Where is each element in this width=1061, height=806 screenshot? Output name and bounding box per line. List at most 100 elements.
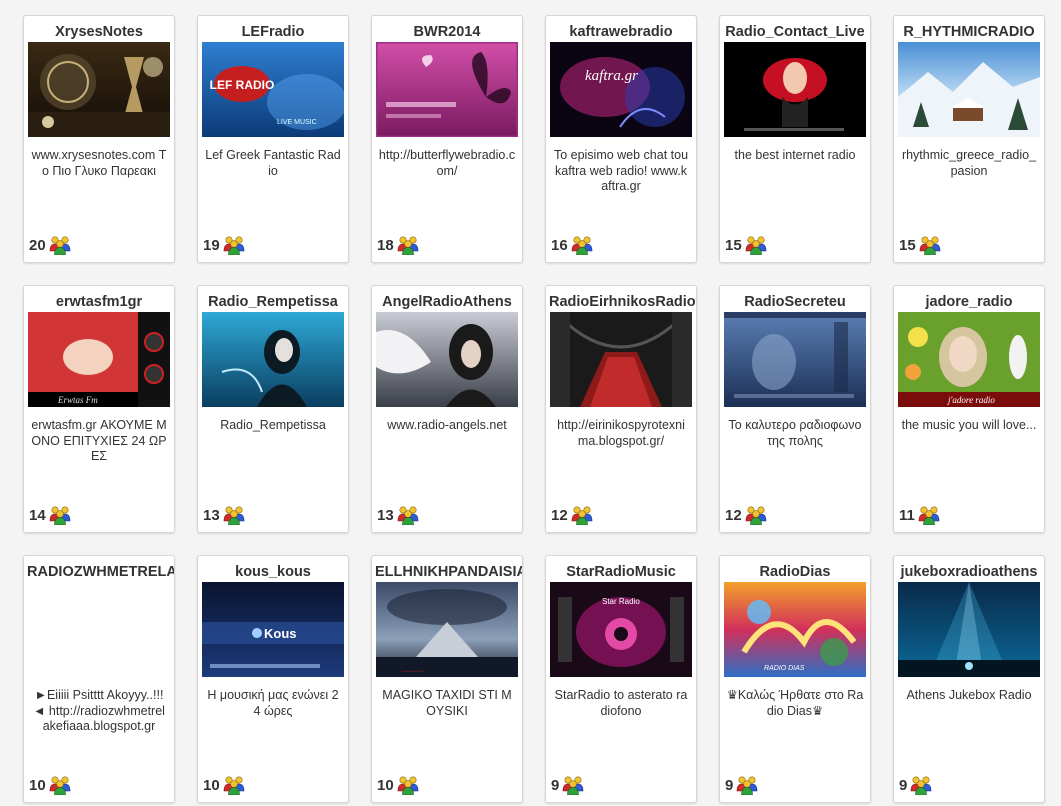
station-thumbnail[interactable]: RADIO DIAS xyxy=(724,582,866,677)
station-name[interactable]: AngelRadioAthens xyxy=(372,293,522,311)
station-name[interactable]: RadioSecreteu xyxy=(720,293,870,311)
station-card[interactable]: RADIOZWHMETRELA ►Eiiiii Psitttt Akoyyy..!… xyxy=(23,555,175,803)
station-thumbnail[interactable] xyxy=(898,582,1040,677)
station-thumbnail[interactable] xyxy=(28,582,170,677)
station-name[interactable]: erwtasfm1gr xyxy=(24,293,174,311)
station-thumbnail[interactable]: LEF RADIO LIVE MUSIC xyxy=(202,42,344,137)
station-name[interactable]: R_HYTHMICRADIO xyxy=(894,23,1044,41)
svg-text:Star Radio: Star Radio xyxy=(602,597,640,606)
listeners-icon xyxy=(397,505,419,525)
listener-count: 16 xyxy=(551,236,568,254)
listeners-icon xyxy=(919,235,941,255)
svg-text:LIVE MUSIC: LIVE MUSIC xyxy=(277,119,317,126)
station-thumbnail[interactable] xyxy=(376,42,518,137)
svg-text:kaftra.gr: kaftra.gr xyxy=(585,68,638,84)
station-thumbnail[interactable] xyxy=(724,312,866,407)
station-card[interactable]: kous_kous Kous Η μουσική μας ενώνει 24 ώ… xyxy=(197,555,349,803)
listener-count-row: 9 xyxy=(551,775,584,795)
station-name[interactable]: jukeboxradioathens xyxy=(894,563,1044,581)
listener-count-row: 18 xyxy=(377,235,419,255)
station-description: http://butterflywebradio.com/ xyxy=(378,148,516,178)
listeners-icon xyxy=(571,505,593,525)
station-card[interactable]: jadore_radio j'adore radio the music you … xyxy=(893,285,1045,533)
listener-count: 13 xyxy=(203,506,220,524)
station-thumbnail[interactable] xyxy=(376,312,518,407)
station-thumbnail[interactable]: Erwtas Fm xyxy=(28,312,170,407)
listener-count: 12 xyxy=(551,506,568,524)
station-card[interactable]: jukeboxradioathens Athens Jukebox Radio 9 xyxy=(893,555,1045,803)
station-thumbnail[interactable] xyxy=(550,312,692,407)
listeners-icon xyxy=(49,505,71,525)
station-card[interactable]: Radio_Contact_Live the best internet rad… xyxy=(719,15,871,263)
listener-count-row: 12 xyxy=(551,505,593,525)
station-card[interactable]: RadioDias RADIO DIAS ♛Καλώς Ήρθατε στο Ra… xyxy=(719,555,871,803)
station-thumbnail[interactable] xyxy=(28,42,170,137)
listeners-icon xyxy=(918,505,940,525)
listener-count: 12 xyxy=(725,506,742,524)
station-description: Radio_Rempetissa xyxy=(220,418,326,432)
station-name[interactable]: StarRadioMusic xyxy=(546,563,696,581)
svg-text:Kous: Kous xyxy=(264,626,297,641)
station-thumbnail[interactable] xyxy=(724,42,866,137)
station-card[interactable]: kaftrawebradio kaftra.gr To episimo web … xyxy=(545,15,697,263)
station-name[interactable]: Radio_Contact_Live xyxy=(720,23,870,41)
station-thumbnail[interactable]: kaftra.gr xyxy=(550,42,692,137)
station-card[interactable]: RadioEirhnikosRadiof http://eirinikospyr… xyxy=(545,285,697,533)
station-description: To episimo web chat tou kaftra web radio… xyxy=(553,148,689,193)
station-thumbnail[interactable]: Kous xyxy=(202,582,344,677)
station-card[interactable]: StarRadioMusic Star Radio StarRadio to as… xyxy=(545,555,697,803)
listener-count-row: 9 xyxy=(725,775,758,795)
station-thumbnail[interactable] xyxy=(202,312,344,407)
station-grid: XrysesNotes www.xrysesnotes.com Το Πιο Γ… xyxy=(23,15,1045,803)
listener-count-row: 13 xyxy=(377,505,419,525)
listener-count: 10 xyxy=(203,776,220,794)
listener-count: 15 xyxy=(725,236,742,254)
station-card[interactable]: LEFradio LEF RADIO LIVE MUSIC Lef Greek F… xyxy=(197,15,349,263)
listener-count: 19 xyxy=(203,236,220,254)
station-card[interactable]: ELLHNIKHPANDAISIA ~~~~~~ MAGIKO TAXIDI ST… xyxy=(371,555,523,803)
listener-count: 9 xyxy=(725,776,734,794)
station-description: ♛Καλώς Ήρθατε στο Radio Dias♛ xyxy=(726,688,864,718)
listener-count: 15 xyxy=(899,236,916,254)
svg-text:j'adore radio: j'adore radio xyxy=(947,395,995,405)
station-description: erwtasfm.gr ΑΚΟΥΜΕ ΜΟΝΟ ΕΠΙΤΥΧΙΕΣ 24 ΩΡΕ… xyxy=(31,418,167,463)
station-description: Το καλυτερο ραδιοφωνο της πολης xyxy=(728,418,862,448)
station-card[interactable]: erwtasfm1gr Erwtas Fm erwtasfm.gr ΑΚΟΥΜΕ … xyxy=(23,285,175,533)
station-name[interactable]: RadioDias xyxy=(720,563,870,581)
listeners-icon xyxy=(571,235,593,255)
station-name[interactable]: Radio_Rempetissa xyxy=(198,293,348,311)
station-card[interactable]: RadioSecreteu Το καλυτερο ραδιοφωνο της … xyxy=(719,285,871,533)
svg-text:LEF RADIO: LEF RADIO xyxy=(210,78,275,92)
station-card[interactable]: AngelRadioAthens www.radio-angels.net 13 xyxy=(371,285,523,533)
listener-count-row: 14 xyxy=(29,505,71,525)
listeners-icon xyxy=(745,235,767,255)
station-thumbnail[interactable]: Star Radio xyxy=(550,582,692,677)
listener-count-row: 9 xyxy=(899,775,932,795)
station-thumbnail[interactable] xyxy=(898,42,1040,137)
station-thumbnail[interactable]: j'adore radio xyxy=(898,312,1040,407)
listener-count-row: 12 xyxy=(725,505,767,525)
station-name[interactable]: BWR2014 xyxy=(372,23,522,41)
station-name[interactable]: XrysesNotes xyxy=(24,23,174,41)
station-name[interactable]: kous_kous xyxy=(198,563,348,581)
station-name[interactable]: RadioEirhnikosRadiof xyxy=(546,293,696,311)
listener-count-row: 10 xyxy=(29,775,71,795)
station-thumbnail[interactable]: ~~~~~~ xyxy=(376,582,518,677)
station-name[interactable]: LEFradio xyxy=(198,23,348,41)
station-description: www.xrysesnotes.com Το Πιο Γλυκο Παρεακι xyxy=(31,148,167,178)
listener-count: 18 xyxy=(377,236,394,254)
listeners-icon xyxy=(910,775,932,795)
station-name[interactable]: kaftrawebradio xyxy=(546,23,696,41)
listener-count: 13 xyxy=(377,506,394,524)
station-card[interactable]: XrysesNotes www.xrysesnotes.com Το Πιο Γ… xyxy=(23,15,175,263)
station-description: MAGIKO TAXIDI STI MOYSIKI xyxy=(382,688,512,718)
listener-count-row: 15 xyxy=(725,235,767,255)
station-name[interactable]: ELLHNIKHPANDAISIA xyxy=(372,563,522,581)
station-card[interactable]: Radio_Rempetissa Radio_Rempetissa 13 xyxy=(197,285,349,533)
listeners-icon xyxy=(223,505,245,525)
listener-count-row: 11 xyxy=(899,505,940,525)
station-name[interactable]: RADIOZWHMETRELA xyxy=(24,563,174,581)
station-name[interactable]: jadore_radio xyxy=(894,293,1044,311)
station-card[interactable]: BWR2014 http://butterflywebradio.com/18 xyxy=(371,15,523,263)
station-card[interactable]: R_HYTHMICRADIO rhythmic_greece_radio_pas… xyxy=(893,15,1045,263)
